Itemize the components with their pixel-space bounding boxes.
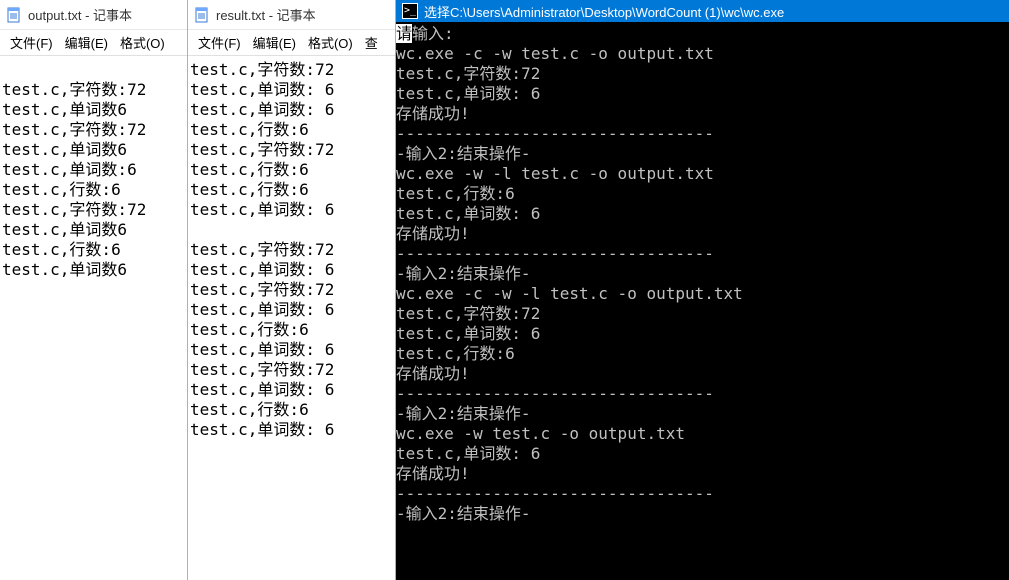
menu-edit[interactable]: 编辑(E)	[61, 31, 112, 54]
menu-edit[interactable]: 编辑(E)	[249, 31, 300, 54]
title-text: result.txt - 记事本	[216, 5, 316, 24]
titlebar-console[interactable]: >_ 选择C:\Users\Administrator\Desktop\Word…	[396, 0, 1009, 22]
title-text: 选择C:\Users\Administrator\Desktop\WordCou…	[424, 2, 784, 21]
text-area-output[interactable]: test.c,字符数:72 test.c,单词数6 test.c,字符数:72 …	[0, 56, 187, 580]
menu-view-partial[interactable]: 查	[361, 31, 382, 54]
terminal-area[interactable]: 请输入:wc.exe -c -w test.c -o output.txttes…	[396, 22, 1009, 580]
notepad-icon	[194, 7, 210, 23]
titlebar-result[interactable]: result.txt - 记事本	[188, 0, 395, 30]
cmd-icon: >_	[402, 3, 418, 19]
menu-file[interactable]: 文件(F)	[194, 31, 245, 54]
menu-format[interactable]: 格式(O)	[304, 31, 357, 54]
menu-format[interactable]: 格式(O)	[116, 31, 169, 54]
console-window: >_ 选择C:\Users\Administrator\Desktop\Word…	[396, 0, 1009, 580]
menubar-result: 文件(F) 编辑(E) 格式(O) 查	[188, 30, 395, 56]
notepad-window-output: output.txt - 记事本 文件(F) 编辑(E) 格式(O) test.…	[0, 0, 188, 580]
titlebar-output[interactable]: output.txt - 记事本	[0, 0, 187, 30]
text-area-result[interactable]: test.c,字符数:72 test.c,单词数: 6 test.c,单词数: …	[188, 56, 395, 580]
notepad-icon	[6, 7, 22, 23]
notepad-window-result: result.txt - 记事本 文件(F) 编辑(E) 格式(O) 查 tes…	[188, 0, 396, 580]
title-text: output.txt - 记事本	[28, 5, 132, 24]
menubar-output: 文件(F) 编辑(E) 格式(O)	[0, 30, 187, 56]
menu-file[interactable]: 文件(F)	[6, 31, 57, 54]
